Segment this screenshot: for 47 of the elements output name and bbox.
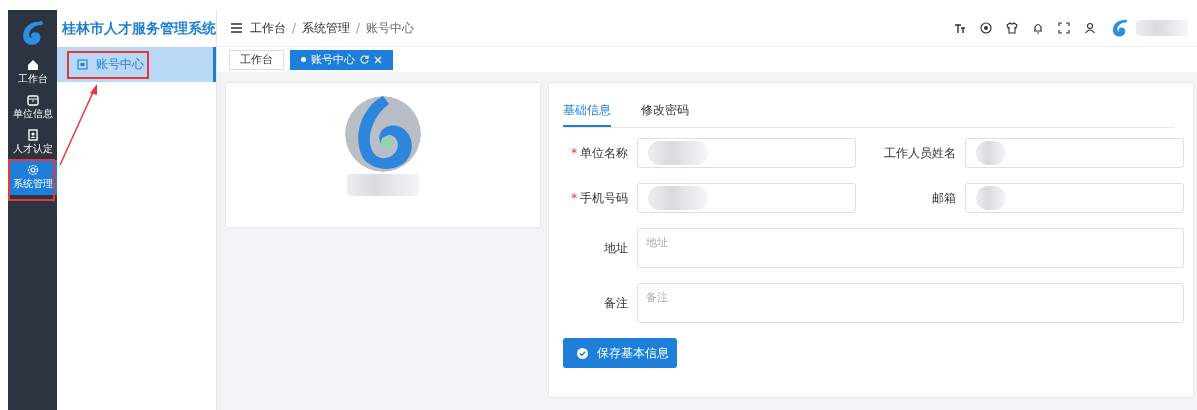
- check-circle-icon: [577, 347, 588, 359]
- menu-icon[interactable]: [231, 23, 242, 33]
- app-title: 桂林市人才服务管理系统: [61, 18, 216, 38]
- field-label: 邮箱: [932, 190, 956, 205]
- field-label: 地址: [604, 240, 628, 255]
- home-icon: [26, 59, 39, 71]
- form-tab[interactable]: 修改密码: [641, 103, 689, 127]
- gear-icon: [26, 164, 39, 176]
- field-label: 手机号码: [580, 190, 628, 205]
- annotation-box: [8, 159, 55, 201]
- breadcrumb-separator: /: [356, 21, 361, 35]
- input-field[interactable]: [965, 183, 1184, 213]
- card-icon: [77, 59, 88, 70]
- input-field[interactable]: [965, 138, 1184, 168]
- briefcase-icon: [26, 94, 39, 106]
- required-mark: *: [571, 145, 577, 160]
- blurred-username: [1136, 20, 1188, 36]
- page-tab[interactable]: 账号中心: [290, 49, 393, 70]
- required-mark: *: [571, 190, 577, 205]
- field-label: 工作人员姓名: [884, 145, 956, 160]
- fullscreen-icon[interactable]: [1058, 22, 1070, 34]
- text-size-icon[interactable]: [954, 22, 966, 34]
- placeholder-text: 地址: [646, 236, 668, 249]
- breadcrumb-separator: /: [292, 21, 297, 35]
- breadcrumb-item[interactable]: 系统管理: [302, 19, 351, 37]
- blurred-name: [347, 174, 419, 196]
- sidebar-item[interactable]: 单位信息: [8, 90, 57, 125]
- user-avatar-icon: [1110, 18, 1130, 38]
- form-tab[interactable]: 基础信息: [563, 103, 611, 127]
- target-icon[interactable]: [980, 22, 992, 34]
- field-label: 单位名称: [580, 145, 628, 160]
- page-tab[interactable]: 工作台: [229, 49, 284, 70]
- breadcrumb-item[interactable]: 工作台: [250, 19, 286, 37]
- sidebar-item[interactable]: 工作台: [8, 55, 57, 90]
- breadcrumb-item[interactable]: 账号中心: [366, 19, 415, 37]
- close-icon[interactable]: [374, 55, 382, 64]
- shirt-icon[interactable]: [1006, 22, 1018, 34]
- save-button[interactable]: 保存基本信息: [563, 338, 677, 368]
- placeholder-text: 备注: [646, 291, 668, 304]
- input-field[interactable]: [637, 183, 856, 213]
- bell-icon[interactable]: [1032, 22, 1044, 34]
- sidebar-item[interactable]: 人才认定: [8, 125, 57, 160]
- field-label: 备注: [604, 295, 628, 310]
- user-icon[interactable]: [1084, 22, 1096, 34]
- input-field[interactable]: [637, 138, 856, 168]
- badge-icon: [26, 129, 39, 141]
- refresh-icon[interactable]: [360, 55, 369, 64]
